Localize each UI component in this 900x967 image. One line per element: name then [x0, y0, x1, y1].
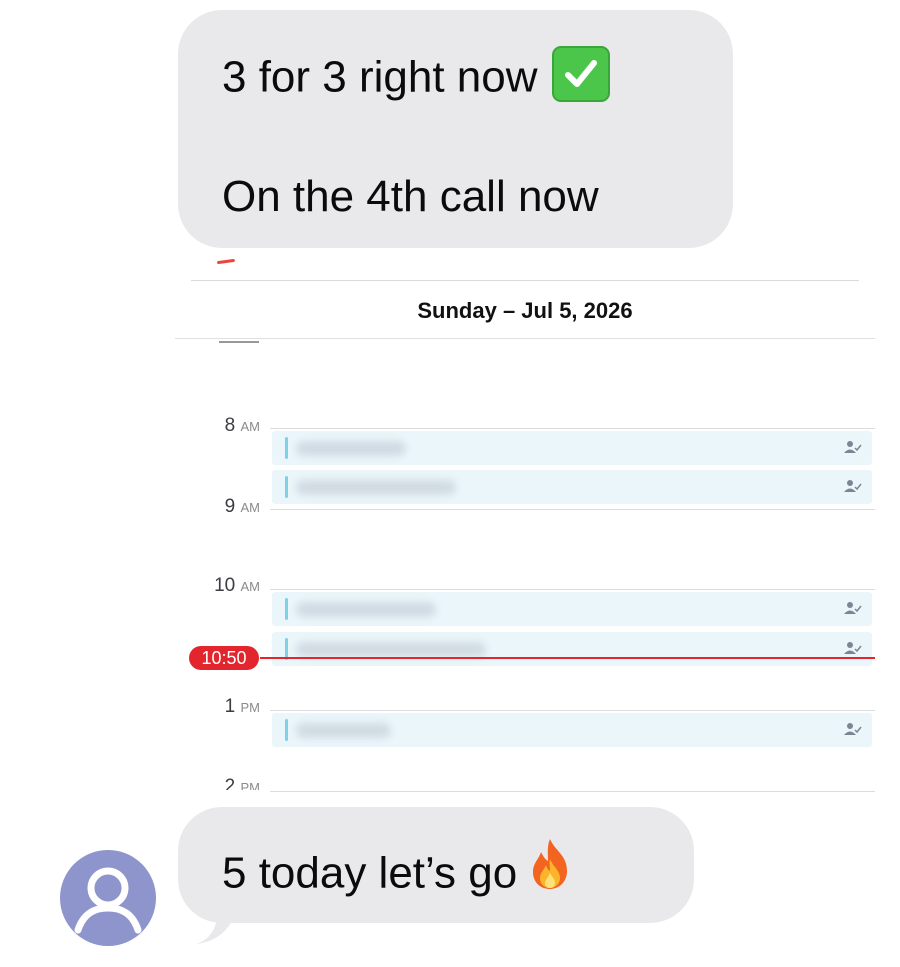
message-text: On the 4th call now	[222, 172, 599, 221]
attendee-accepted-icon	[844, 723, 862, 735]
event-color-bar	[285, 476, 288, 498]
attendee-accepted-icon	[844, 602, 862, 614]
divider	[191, 280, 859, 281]
hour-label: 9 AM	[224, 496, 260, 517]
hour-gridline	[270, 428, 875, 429]
message-bubble-1[interactable]: 3 for 3 right now On the 4th call now	[178, 10, 733, 248]
hour-label: 10 AM	[214, 575, 260, 596]
check-mark-icon	[551, 46, 610, 102]
calendar-event[interactable]	[272, 431, 872, 465]
hour-gridline	[270, 710, 875, 711]
person-icon	[74, 867, 142, 934]
redacted-event-title	[296, 441, 406, 456]
redacted-event-title	[296, 602, 436, 617]
event-color-bar	[285, 437, 288, 459]
message-text: 5 today let’s go	[222, 848, 518, 898]
current-time-line	[260, 657, 875, 659]
redacted-event-title	[296, 480, 456, 495]
cut-off-hour-label	[219, 340, 265, 344]
message-text: 3 for 3 right now	[222, 52, 538, 102]
calendar-event[interactable]	[272, 713, 872, 747]
calendar-event[interactable]	[272, 470, 872, 504]
message-bubble-2[interactable]: 5 today let’s go	[178, 807, 694, 923]
calendar-date-header: Sunday – Jul 5, 2026	[417, 298, 633, 323]
attendee-accepted-icon	[844, 480, 862, 492]
current-time-badge: 10:50	[189, 646, 259, 670]
bubble-tail	[196, 902, 236, 944]
hour-gridline	[270, 791, 875, 792]
hour-label: 2 PM	[224, 776, 260, 790]
calendar-event[interactable]	[272, 632, 872, 666]
event-color-bar	[285, 719, 288, 741]
divider	[175, 338, 875, 339]
redacted-event-title	[296, 642, 486, 657]
message-line: 5 today let’s go	[222, 839, 573, 909]
fire-icon	[527, 837, 573, 903]
hour-label: 8 AM	[224, 415, 260, 436]
hour-gridline	[270, 509, 875, 510]
attendee-accepted-icon	[844, 441, 862, 453]
redacted-event-title	[296, 723, 391, 738]
calendar-event[interactable]	[272, 592, 872, 626]
hour-label: 1 PM	[224, 696, 260, 717]
avatar[interactable]	[60, 850, 156, 946]
event-color-bar	[285, 598, 288, 620]
message-line: 3 for 3 right now	[222, 46, 610, 108]
hour-gridline	[270, 589, 875, 590]
calendar-screenshot[interactable]: Sunday – Jul 5, 2026 8 AM 9 AM 10 AM 1 P…	[175, 258, 875, 792]
decorative-mark	[216, 258, 236, 265]
attendee-accepted-icon	[844, 642, 862, 654]
